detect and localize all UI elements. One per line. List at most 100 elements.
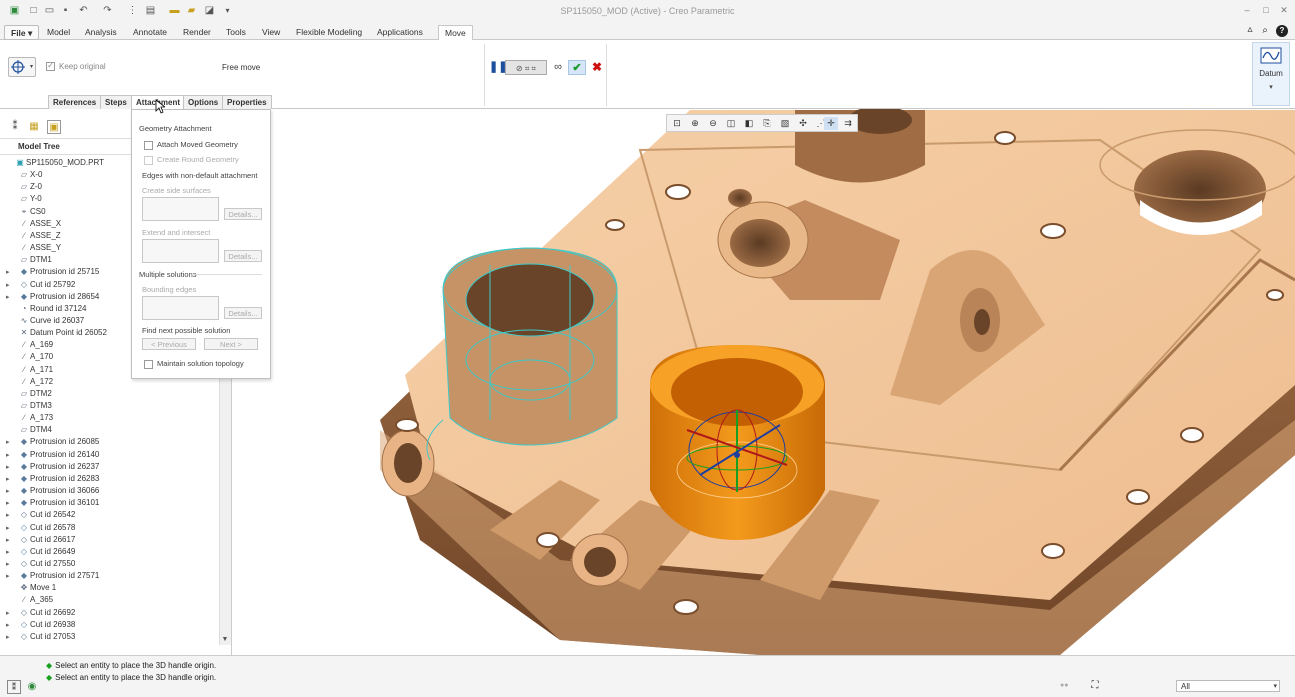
- tab-render[interactable]: Render: [177, 25, 217, 40]
- folder-browser-icon[interactable]: ▣: [47, 120, 61, 134]
- tree-settings-icon[interactable]: ⁑: [8, 120, 22, 134]
- selection-filter-dropdown[interactable]: All ▾: [1176, 680, 1280, 692]
- tree-item[interactable]: ▱ DTM1: [6, 254, 52, 266]
- tree-item[interactable]: ∕ A_173: [6, 412, 53, 424]
- pause-button[interactable]: ❚❚: [489, 60, 507, 75]
- saved-orientations-icon[interactable]: ⎘: [760, 117, 774, 130]
- tree-item[interactable]: ▣ SP115050_MOD.PRT: [6, 157, 104, 169]
- keep-original-check[interactable]: [46, 60, 55, 72]
- next-solution-button[interactable]: Next >: [204, 338, 258, 350]
- layers-icon[interactable]: ▦: [27, 120, 41, 134]
- previous-solution-button[interactable]: < Previous: [142, 338, 196, 350]
- tree-item[interactable]: ✕ Datum Point id 26052: [6, 327, 107, 339]
- tree-item[interactable]: ▸ ◆ Protrusion id 26237: [6, 461, 99, 473]
- display-style-icon[interactable]: ◧: [742, 117, 756, 130]
- tab-tools[interactable]: Tools: [220, 25, 252, 40]
- datum-dropdown-icon[interactable]: ▾: [1253, 83, 1289, 91]
- tab-annotate[interactable]: Annotate: [127, 25, 173, 40]
- tree-item[interactable]: ▱ Z-0: [6, 181, 42, 193]
- preview-options-group[interactable]: ⊘ ⌗ ⌗: [505, 60, 547, 75]
- tree-item[interactable]: ▸ ◆ Protrusion id 26283: [6, 473, 99, 485]
- tab-flexible-modeling[interactable]: Flexible Modeling: [290, 25, 368, 40]
- spin-center-icon[interactable]: ✛: [824, 117, 838, 130]
- handle-type-button[interactable]: [8, 57, 36, 77]
- scroll-down-icon[interactable]: ▼: [219, 635, 231, 645]
- tree-item[interactable]: ▸ ◇ Cut id 26692: [6, 607, 75, 619]
- tree-item[interactable]: ▸ ◇ Cut id 26542: [6, 509, 75, 521]
- zoom-out-icon[interactable]: ⊖: [706, 117, 720, 130]
- tree-item[interactable]: ▸ ◇ Cut id 25792: [6, 279, 75, 291]
- tree-item[interactable]: ▸ ◆ Protrusion id 26140: [6, 449, 99, 461]
- model-tree-toggle-icon[interactable]: ⁑: [7, 680, 21, 694]
- verify-preview-icon[interactable]: ∞: [550, 60, 566, 75]
- tree-item[interactable]: ▱ DTM3: [6, 400, 52, 412]
- cancel-button[interactable]: ✖: [590, 60, 604, 75]
- tree-item[interactable]: ▸ ◆ Protrusion id 26085: [6, 436, 99, 448]
- repaint-icon[interactable]: ◫: [724, 117, 738, 130]
- search-icon[interactable]: ⌕: [1259, 25, 1271, 37]
- view-manager-icon[interactable]: ▧: [778, 117, 792, 130]
- tree-item[interactable]: ▸ ◇ Cut id 26578: [6, 522, 75, 534]
- expand-icon[interactable]: ▸: [6, 632, 14, 644]
- maximize-icon[interactable]: □: [1259, 4, 1273, 16]
- tree-item[interactable]: ∕ A_172: [6, 376, 53, 388]
- browser-toggle-icon[interactable]: ◉: [25, 680, 39, 694]
- selection-filter-icon[interactable]: ⛶: [1088, 680, 1102, 693]
- minimize-icon[interactable]: –: [1240, 4, 1254, 16]
- tree-item[interactable]: ▸ ◇ Cut id 26617: [6, 534, 75, 546]
- ribbon-minimize-icon[interactable]: ▵: [1244, 24, 1256, 36]
- attach-moved-geometry-checkbox[interactable]: Attach Moved Geometry: [144, 140, 238, 150]
- tree-item[interactable]: ▱ X-0: [6, 169, 43, 181]
- moved-geometry-selection[interactable]: [650, 345, 825, 540]
- tab-options[interactable]: Options: [183, 95, 224, 109]
- tab-view[interactable]: View: [256, 25, 286, 40]
- file-menu[interactable]: File ▾: [4, 25, 40, 40]
- graphics-viewport[interactable]: [232, 109, 1295, 655]
- tree-item[interactable]: ∕ ASSE_Z: [6, 230, 60, 242]
- tree-item[interactable]: ▸ ◇ Cut id 26938: [6, 619, 75, 631]
- tree-item[interactable]: ▱ Y-0: [6, 193, 42, 205]
- tree-item[interactable]: ∕ A_169: [6, 339, 53, 351]
- tree-item[interactable]: ∕ A_170: [6, 351, 53, 363]
- zoom-in-icon[interactable]: ⊕: [688, 117, 702, 130]
- datum-button[interactable]: Datum ▾: [1252, 42, 1290, 106]
- animation-icon[interactable]: ⇉: [841, 117, 855, 130]
- tab-properties[interactable]: Properties: [222, 95, 272, 109]
- tree-item[interactable]: ∿ Curve id 26037: [6, 315, 85, 327]
- create-round-geometry-checkbox[interactable]: Create Round Geometry: [144, 155, 239, 165]
- 3d-model-view[interactable]: [232, 109, 1295, 655]
- tree-item[interactable]: ∕ ASSE_Y: [6, 242, 61, 254]
- bounding-edges-collector[interactable]: [142, 296, 219, 320]
- tab-steps[interactable]: Steps: [100, 95, 132, 109]
- tree-item[interactable]: ▸ ◆ Protrusion id 36101: [6, 497, 99, 509]
- tab-move[interactable]: Move: [438, 25, 473, 41]
- tree-item[interactable]: ▱ DTM4: [6, 424, 52, 436]
- tree-item[interactable]: ∕ A_365: [6, 594, 53, 606]
- extend-intersect-collector[interactable]: [142, 239, 219, 263]
- refit-icon[interactable]: ⊡: [670, 117, 684, 130]
- tree-item[interactable]: ▸ ◇ Cut id 26649: [6, 546, 75, 558]
- side-surfaces-collector[interactable]: [142, 197, 219, 221]
- help-icon[interactable]: ?: [1276, 25, 1288, 37]
- tree-item[interactable]: ▸ ◆ Protrusion id 25715: [6, 266, 99, 278]
- tree-item[interactable]: ✥ Move 1: [6, 582, 57, 594]
- datum-display-icon[interactable]: ✣: [796, 117, 810, 130]
- keep-original-checkbox[interactable]: Keep original: [46, 60, 106, 72]
- tab-model[interactable]: Model: [41, 25, 76, 40]
- tree-item[interactable]: ▸ ◇ Cut id 27550: [6, 558, 75, 570]
- details-button-1[interactable]: Details...: [224, 208, 262, 220]
- tree-item[interactable]: ∕ A_171: [6, 364, 53, 376]
- tab-applications[interactable]: Applications: [371, 25, 429, 40]
- tree-item[interactable]: ∕ ASSE_X: [6, 218, 61, 230]
- tree-item[interactable]: ▱ DTM2: [6, 388, 52, 400]
- tab-references[interactable]: References: [48, 95, 102, 109]
- tree-item[interactable]: ⌖ CS0: [6, 206, 46, 218]
- tree-item[interactable]: ▸ ◆ Protrusion id 28654: [6, 291, 99, 303]
- tree-item[interactable]: ▸ ◆ Protrusion id 27571: [6, 570, 99, 582]
- tree-item[interactable]: ▸ ◇ Cut id 27053: [6, 631, 75, 643]
- details-button-3[interactable]: Details...: [224, 307, 262, 319]
- details-button-2[interactable]: Details...: [224, 250, 262, 262]
- tab-analysis[interactable]: Analysis: [79, 25, 123, 40]
- apply-button[interactable]: ✔: [568, 60, 586, 75]
- maintain-topology-checkbox[interactable]: Maintain solution topology: [144, 359, 244, 369]
